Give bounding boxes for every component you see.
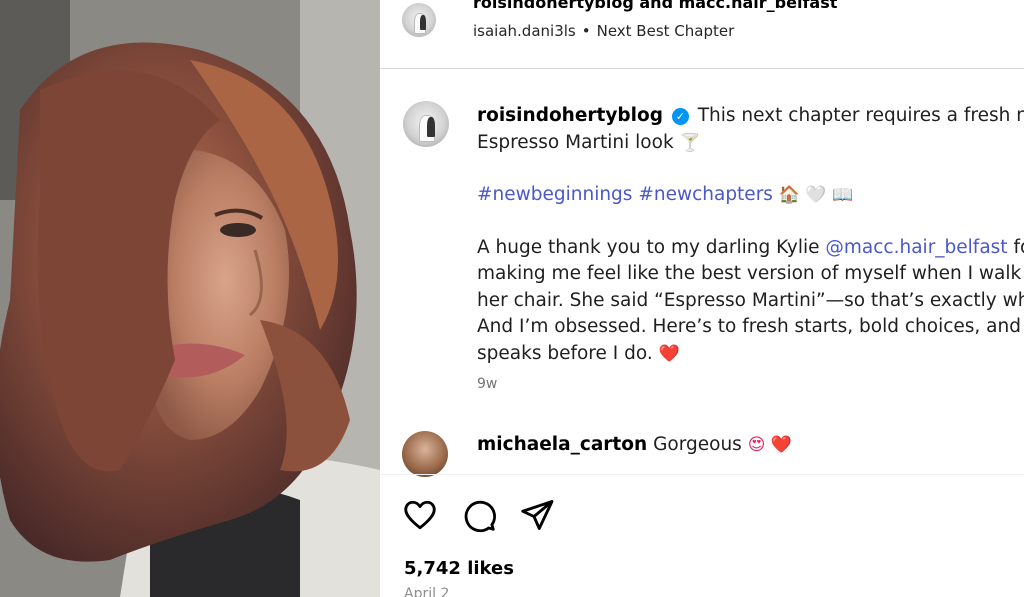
share-icon[interactable] [519, 497, 555, 533]
post-age[interactable]: 9w [477, 376, 497, 392]
hashtag-newchapters[interactable]: #newchapters [638, 184, 773, 205]
post-caption: roisindohertyblog ✓ This next chapter re… [477, 103, 1024, 367]
post-header: roisindohertyblog and macc.hair_belfast … [380, 0, 1024, 69]
heart-icon[interactable] [402, 497, 438, 533]
verified-badge-icon: ✓ [671, 108, 689, 125]
body-line-3: her chair. She said “Espresso Martini”—s… [477, 289, 1024, 311]
mention-link[interactable]: @macc.hair_belfast [825, 237, 1007, 258]
hashtag-emojis: 🏠 🤍 📖 [778, 185, 854, 205]
header-title[interactable]: roisindohertyblog and macc.hair_belfast [473, 0, 837, 12]
heart-emoji: ❤️ [658, 343, 680, 364]
body-line-5: speaks before I do. [477, 342, 653, 364]
post-date: April 2 [404, 586, 450, 597]
hashtag-newbeginnings[interactable]: #newbeginnings [477, 184, 632, 205]
commenter-avatar[interactable] [402, 431, 448, 477]
post-panel: roisindohertyblog and macc.hair_belfast … [380, 0, 1024, 597]
post-photo[interactable] [0, 0, 380, 597]
comment: michaela_carton Gorgeous 😍 ❤️ [477, 434, 792, 455]
action-bar: 5,742 likes April 2 [380, 474, 1024, 597]
caption-avatar[interactable] [403, 101, 449, 147]
separator-dot: • [581, 22, 591, 40]
likes-count[interactable]: 5,742 likes [404, 558, 514, 579]
body-line-1-post: for [1013, 236, 1024, 258]
comment-emojis: 😍 ❤️ [747, 435, 792, 455]
photo-illustration [0, 0, 380, 597]
author-avatar[interactable] [402, 3, 436, 37]
body-line-4: And I’m obsessed. Here’s to fresh starts… [477, 316, 1024, 337]
caption-line-2: Espresso Martini look [477, 131, 674, 153]
comment-icon[interactable] [461, 497, 497, 533]
caption-line-1: This next chapter requires a fresh new [697, 105, 1024, 126]
audio-user-link[interactable]: isaiah.dani3ls [473, 22, 576, 40]
comment-text: Gorgeous [653, 434, 742, 455]
cocktail-emoji: 🍸 [679, 132, 701, 153]
caption-username[interactable]: roisindohertyblog [477, 105, 663, 126]
body-line-2: making me feel like the best version of … [477, 263, 1024, 284]
audio-track-link[interactable]: Next Best Chapter [597, 22, 735, 40]
comment-username[interactable]: michaela_carton [477, 434, 647, 455]
header-subtitle: isaiah.dani3ls • Next Best Chapter [473, 22, 734, 40]
body-line-1-pre: A huge thank you to my darling Kylie [477, 236, 826, 258]
